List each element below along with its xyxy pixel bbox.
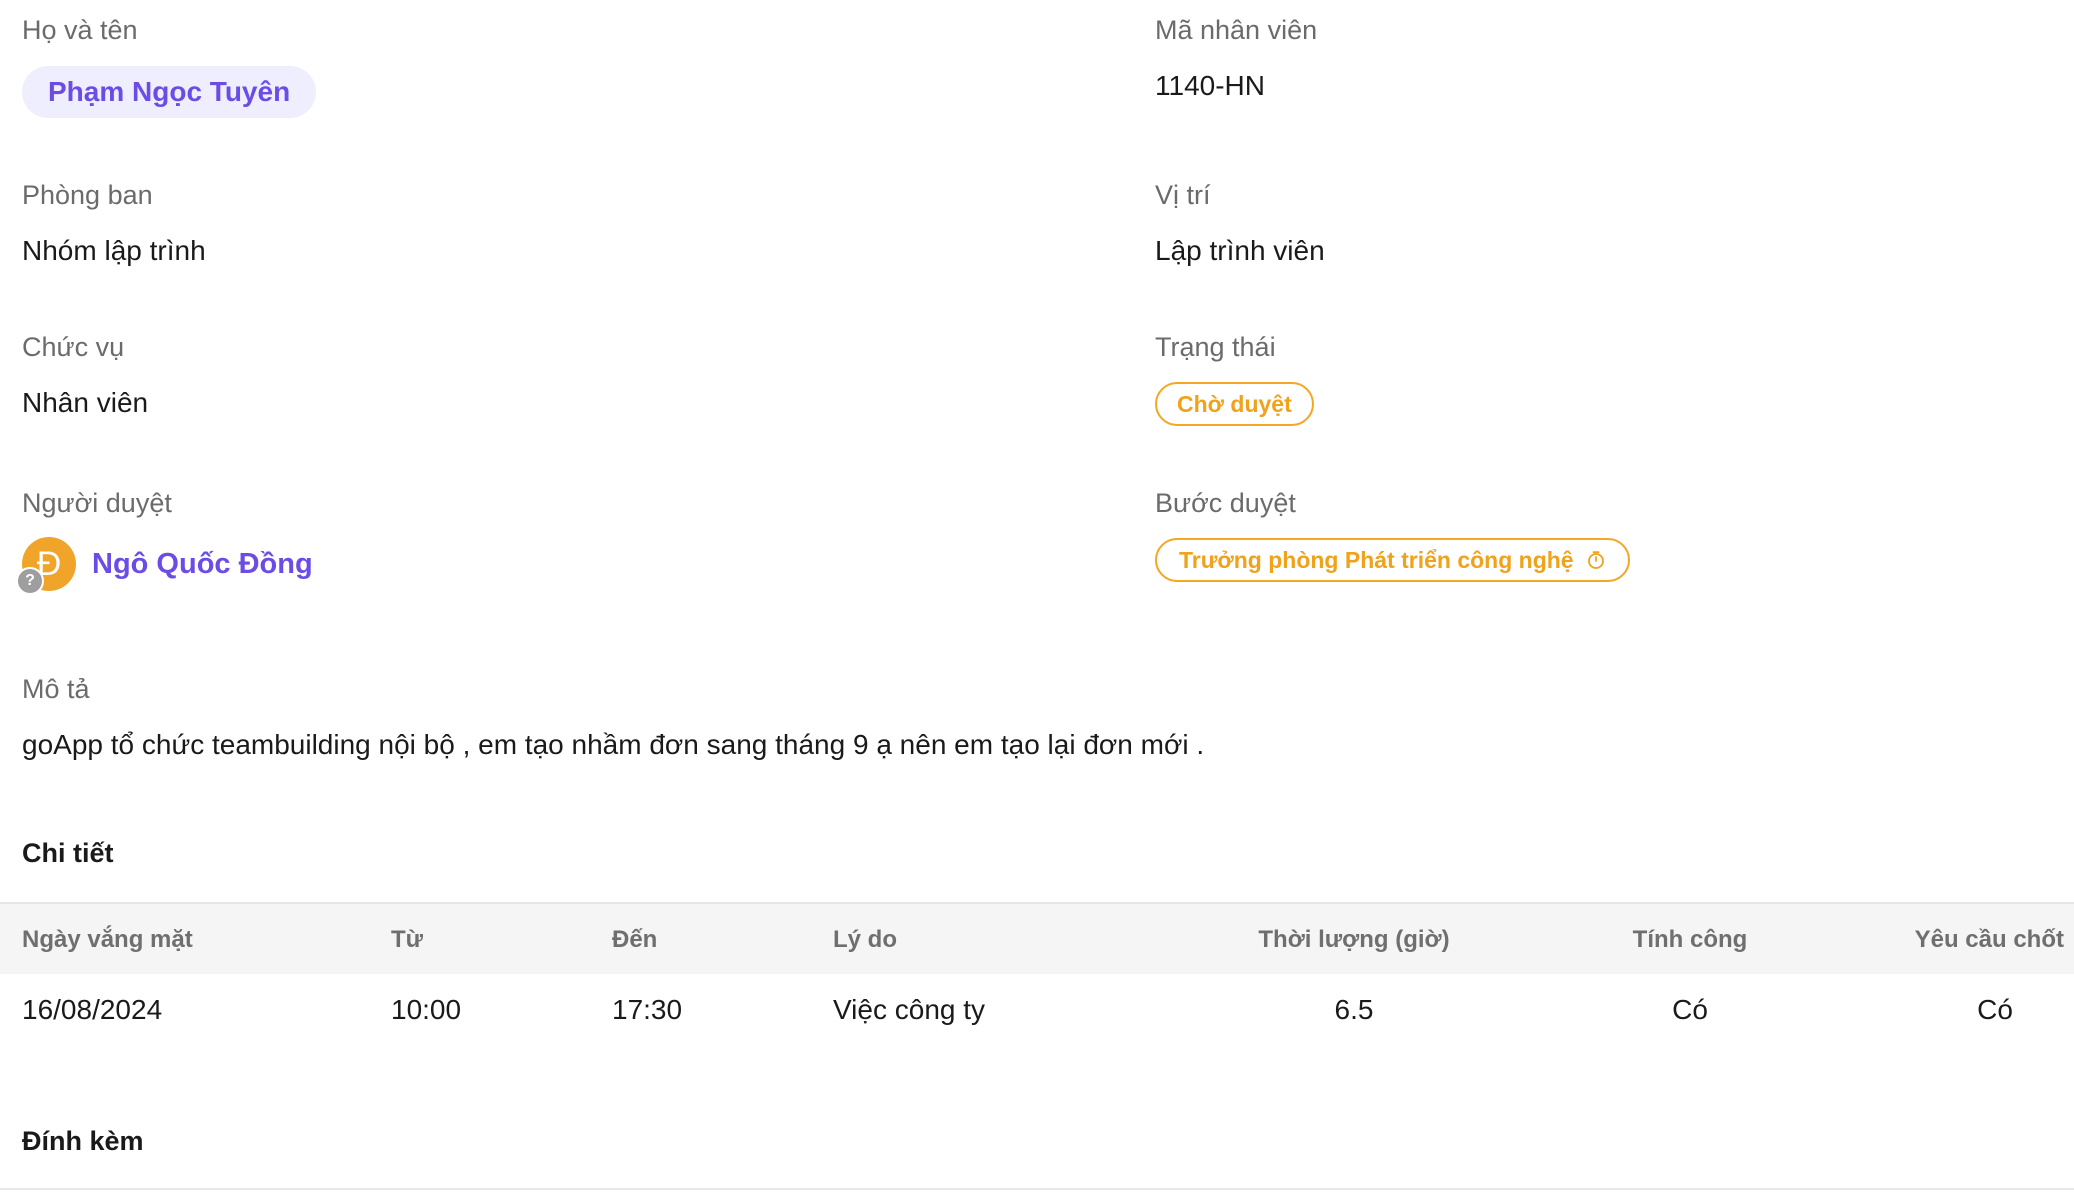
cell-to: 17:30: [612, 994, 683, 1025]
table-row: 16/08/2024 10:00 17:30 Việc công ty 6.5 …: [0, 974, 2074, 1054]
divider: [0, 1188, 2074, 1190]
details-section-title: Chi tiết: [22, 838, 114, 868]
job-title-field: Chức vụ Nhân viên: [22, 329, 148, 421]
status-field: Trạng thái Chờ duyệt: [1155, 329, 1314, 426]
description-value: goApp tổ chức teambuilding nội bộ , em t…: [22, 729, 1205, 760]
full-name-field: Họ và tên Phạm Ngọc Tuyên: [22, 12, 317, 118]
column-header-duration: Thời lượng (giờ): [1258, 926, 1450, 953]
cell-reason: Việc công ty: [833, 994, 986, 1025]
job-title-value: Nhân viên: [22, 387, 149, 418]
cell-absence-date: 16/08/2024: [22, 994, 163, 1025]
department-value: Nhóm lập trình: [22, 235, 206, 266]
cell-duration: 6.5: [1334, 994, 1374, 1025]
timer-icon: [1587, 551, 1604, 569]
description-field: Mô tả goApp tổ chức teambuilding nội bộ …: [22, 671, 1204, 763]
department-field: Phòng ban Nhóm lập trình: [22, 177, 206, 269]
approver-label: Người duyệt: [22, 488, 172, 518]
column-header-counted: Tính công: [1632, 926, 1748, 953]
approval-step-field: Bước duyệt Trưởng phòng Phát triển công …: [1155, 485, 1630, 582]
status-badge: Chờ duyệt: [1155, 382, 1314, 426]
cell-from: 10:00: [391, 994, 462, 1025]
details-table-header: Ngày vắng mặt Từ Đến Lý do Thời lượng (g…: [0, 902, 2074, 974]
cell-close-request: Có: [1977, 994, 2013, 1025]
employee-code-value: 1140-HN: [1155, 70, 1265, 101]
employee-name-tag[interactable]: Phạm Ngọc Tuyên: [22, 66, 317, 118]
column-header-absence-date: Ngày vắng mặt: [22, 926, 193, 953]
column-header-from: Từ: [391, 926, 424, 953]
description-label: Mô tả: [22, 674, 90, 704]
job-title-label: Chức vụ: [22, 332, 125, 362]
approval-step-label: Bước duyệt: [1155, 488, 1296, 518]
position-field: Vị trí Lập trình viên: [1155, 177, 1325, 269]
cell-counted: Có: [1672, 994, 1708, 1025]
approver-info: Đ ? Ngô Quốc Đồng: [16, 537, 313, 595]
attachments-section-title: Đính kèm: [22, 1126, 144, 1156]
full-name-label: Họ và tên: [22, 15, 138, 45]
approval-step-text: Trưởng phòng Phát triển công nghệ: [1179, 546, 1574, 573]
approval-step-badge: Trưởng phòng Phát triển công nghệ: [1155, 538, 1630, 582]
approver-name-link[interactable]: Ngô Quốc Đồng: [92, 548, 313, 581]
status-label: Trạng thái: [1155, 332, 1276, 362]
column-header-to: Đến: [612, 926, 658, 953]
column-header-reason: Lý do: [833, 926, 897, 953]
approver-field: Người duyệt Đ ? Ngô Quốc Đồng: [16, 485, 313, 595]
question-badge-icon: ?: [16, 567, 44, 595]
department-label: Phòng ban: [22, 180, 153, 210]
position-value: Lập trình viên: [1155, 235, 1325, 266]
position-label: Vị trí: [1155, 180, 1211, 210]
column-header-close-request: Yêu cầu chốt: [1914, 926, 2064, 953]
employee-code-label: Mã nhân viên: [1155, 15, 1318, 45]
approver-avatar: Đ ?: [16, 537, 76, 595]
employee-code-field: Mã nhân viên 1140-HN: [1155, 12, 1317, 104]
